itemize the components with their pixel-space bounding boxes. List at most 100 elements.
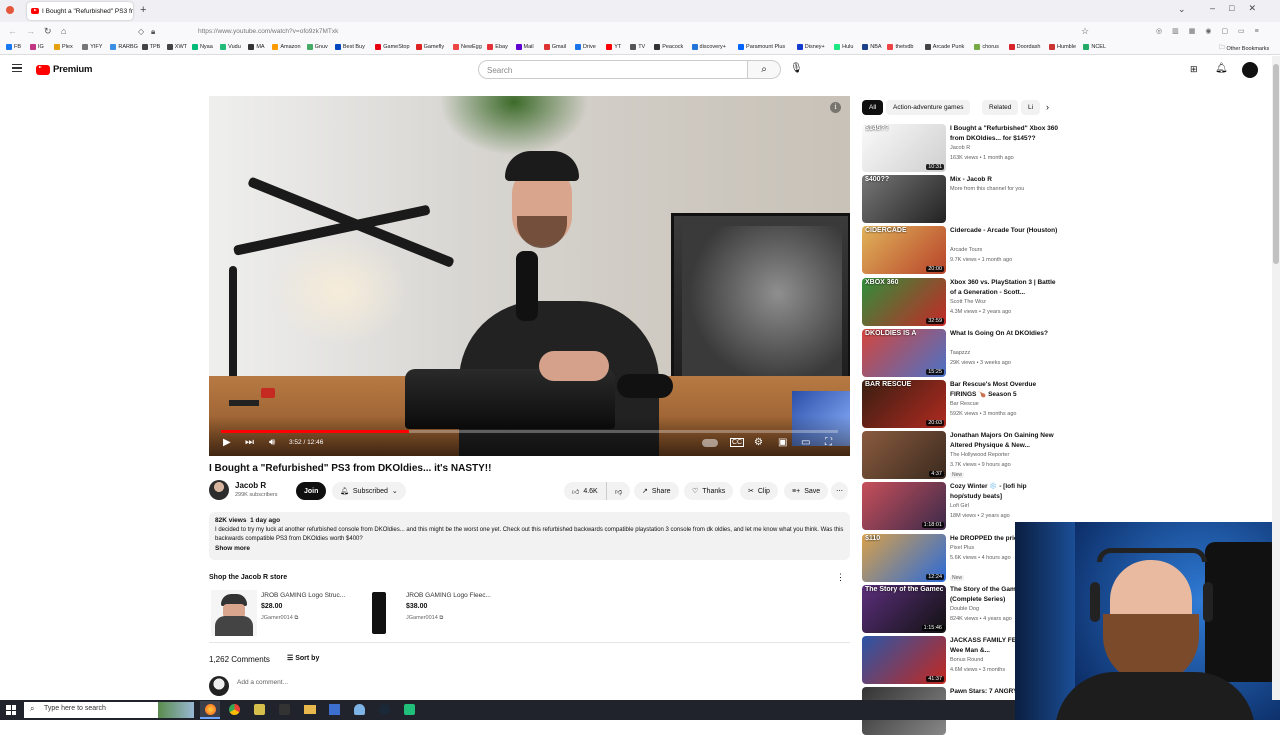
video-info-icon[interactable]: i (830, 102, 841, 113)
bookmark-star-icon[interactable]: ☆ (1081, 26, 1089, 37)
bookmark-item[interactable]: Gamefly (415, 44, 444, 50)
miniplayer-icon[interactable]: ▣ (778, 437, 787, 449)
related-video-channel[interactable]: Taapzzz (950, 350, 970, 356)
related-video-item[interactable]: CIDERCADE 20:00 Cidercade - Arcade Tour (H… (862, 226, 1062, 275)
related-video-title[interactable]: Bar Rescue's Most Overdue FIRINGS 🍗 Seas… (950, 380, 1058, 400)
show-more-button[interactable]: Show more (215, 544, 844, 554)
related-video-item[interactable]: $400?? Mix - Jacob R More from this channe… (862, 175, 1062, 224)
bookmark-item[interactable]: Ebay (487, 44, 508, 50)
autoplay-toggle[interactable] (702, 439, 718, 447)
bookmark-item[interactable]: Drive (574, 44, 596, 50)
bookmark-item[interactable]: Plex (54, 44, 73, 50)
bookmark-item[interactable]: GameStop (375, 44, 410, 50)
video-progress-bar[interactable] (221, 430, 838, 433)
voice-search-icon[interactable]: 🎙︎ (790, 63, 803, 74)
firefox-taskbar-icon[interactable] (200, 701, 220, 719)
forward-icon[interactable]: → (26, 26, 35, 36)
add-comment-input[interactable]: Add a comment... (237, 679, 288, 686)
extension-icons[interactable]: ◎▥▦◉▢▭≡ (1156, 27, 1269, 35)
browser-menu-icon[interactable] (6, 6, 14, 14)
related-video-channel[interactable]: Arcade Tours (950, 247, 982, 253)
related-video-item[interactable]: XBOX 360 32:59 Xbox 360 vs. PlayStation 3 … (862, 277, 1062, 326)
related-video-channel[interactable]: Bar Rescue (950, 401, 979, 407)
related-video-title[interactable]: Jonathan Majors On Gaining New Altered P… (950, 431, 1058, 451)
related-video-channel[interactable]: Bonus Round (950, 657, 983, 663)
video-thumbnail[interactable]: 1:18:01 (862, 482, 946, 531)
account-avatar[interactable] (1242, 62, 1258, 78)
search-input[interactable]: Search (478, 60, 748, 79)
more-actions-button[interactable]: ⋯ (831, 482, 848, 500)
app-taskbar-icon[interactable] (254, 704, 265, 715)
next-icon[interactable]: ⏭ (245, 437, 254, 449)
video-thumbnail[interactable]: $145?? 10:31 (862, 124, 946, 172)
related-video-item[interactable]: $145?? 10:31 I Bought a "Refurbished" Xbox… (862, 124, 1062, 172)
volume-icon[interactable]: 🔊︎ (269, 437, 275, 449)
product-seller[interactable]: JGamer0014 ⧉ (261, 615, 298, 622)
bookmark-item[interactable]: IG (30, 44, 44, 50)
product-image-fleece[interactable] (356, 590, 402, 636)
product-image-structured[interactable] (211, 590, 257, 636)
shield-icon[interactable]: ◇ (138, 27, 144, 36)
browser-tab[interactable]: I Bought a "Refurbished" PS3 fr ✕ (27, 2, 133, 20)
related-video-item[interactable]: DKOLDIES IS A 15:25 What Is Going On At DK… (862, 328, 1062, 377)
related-video-title[interactable]: Xbox 360 vs. PlayStation 3 | Battle of a… (950, 278, 1058, 298)
sort-by-button[interactable]: ☰ Sort by (287, 654, 319, 662)
bookmark-item[interactable]: RARBG (110, 44, 138, 50)
fullscreen-icon[interactable]: ⛶ (825, 437, 832, 449)
bookmark-item[interactable]: Doordash (1008, 44, 1041, 50)
related-video-channel[interactable]: Scott The Woz (950, 299, 986, 305)
app-taskbar-icon[interactable] (354, 704, 365, 715)
steam-taskbar-icon[interactable] (379, 704, 390, 715)
product-name[interactable]: JROB GAMING Logo Struc... (261, 592, 345, 599)
file-explorer-taskbar-icon[interactable] (304, 705, 316, 714)
thanks-button[interactable]: ♡ Thanks (684, 482, 734, 500)
related-video-channel[interactable]: Lofi Girl (950, 503, 969, 509)
bookmark-item[interactable]: NewEgg (453, 44, 482, 50)
search-button[interactable]: ⌕ (748, 60, 781, 79)
play-icon[interactable]: ▶ (223, 437, 231, 449)
related-video-channel[interactable]: Pixel Plus (950, 545, 974, 551)
app-taskbar-icon[interactable] (279, 704, 290, 715)
filter-chip[interactable]: Action-adventure games (886, 100, 971, 115)
related-video-title[interactable]: Mix - Jacob R (950, 175, 1058, 185)
bookmark-item[interactable]: NCEL (1083, 44, 1106, 50)
taskbar-search-input[interactable]: ⌕ Type here to search (24, 702, 174, 718)
save-button[interactable]: ≡+ Save (784, 482, 829, 500)
chrome-taskbar-icon[interactable] (229, 704, 240, 715)
channel-name[interactable]: Jacob R (235, 481, 266, 490)
other-bookmarks-folder[interactable]: 🗀 Other Bookmarks (1219, 44, 1269, 53)
filter-chip[interactable]: Li (1021, 100, 1041, 115)
captions-icon[interactable]: CC (730, 438, 745, 447)
video-thumbnail[interactable]: XBOX 360 32:59 (862, 277, 946, 326)
bookmark-item[interactable]: Gmail (543, 44, 566, 50)
window-minimize-icon[interactable]: ⌄ (1178, 4, 1186, 15)
bookmark-item[interactable]: Vudu (220, 44, 241, 50)
address-field[interactable]: https://www.youtube.com/watch?v=ofo9zk7M… (198, 28, 338, 35)
theater-mode-icon[interactable]: ▭ (801, 437, 810, 449)
share-button[interactable]: ↗ Share (634, 482, 679, 500)
clip-button[interactable]: ✂ Clip (740, 482, 778, 500)
store-more-icon[interactable]: ⋮ (836, 572, 845, 583)
bookmark-item[interactable]: discovery+ (691, 44, 726, 50)
filter-chip[interactable]: All (862, 100, 884, 115)
video-thumbnail[interactable]: 41:37 (862, 636, 946, 684)
bookmark-item[interactable]: Paramount Plus (738, 44, 785, 50)
video-thumbnail[interactable]: $400?? (862, 175, 946, 224)
join-button[interactable]: Join (296, 482, 327, 500)
home-icon[interactable]: ⌂ (61, 26, 66, 36)
bookmark-item[interactable]: NBA (862, 44, 882, 50)
product-name[interactable]: JROB GAMING Logo Fleec... (406, 592, 491, 599)
new-tab-button[interactable]: + (140, 4, 146, 16)
subscribed-button[interactable]: 🔔︎ Subscribed ⌄ (332, 482, 406, 500)
bookmark-item[interactable]: Best Buy (334, 44, 365, 50)
related-video-item[interactable]: 4:37 Jonathan Majors On Gaining New Alter… (862, 431, 1062, 480)
video-thumbnail[interactable]: DKOLDIES IS A 15:25 (862, 328, 946, 377)
bookmark-item[interactable]: Humble (1049, 44, 1076, 50)
app-taskbar-icon[interactable] (404, 704, 415, 715)
bookmark-item[interactable]: Disney+ (796, 44, 825, 50)
taskbar-widget-thumb[interactable] (158, 702, 194, 718)
bookmark-item[interactable]: MA (248, 44, 265, 50)
bookmark-item[interactable]: TPB (141, 44, 160, 50)
reload-icon[interactable]: ↻ (44, 26, 52, 37)
related-video-channel[interactable]: Jacob R (950, 145, 970, 151)
